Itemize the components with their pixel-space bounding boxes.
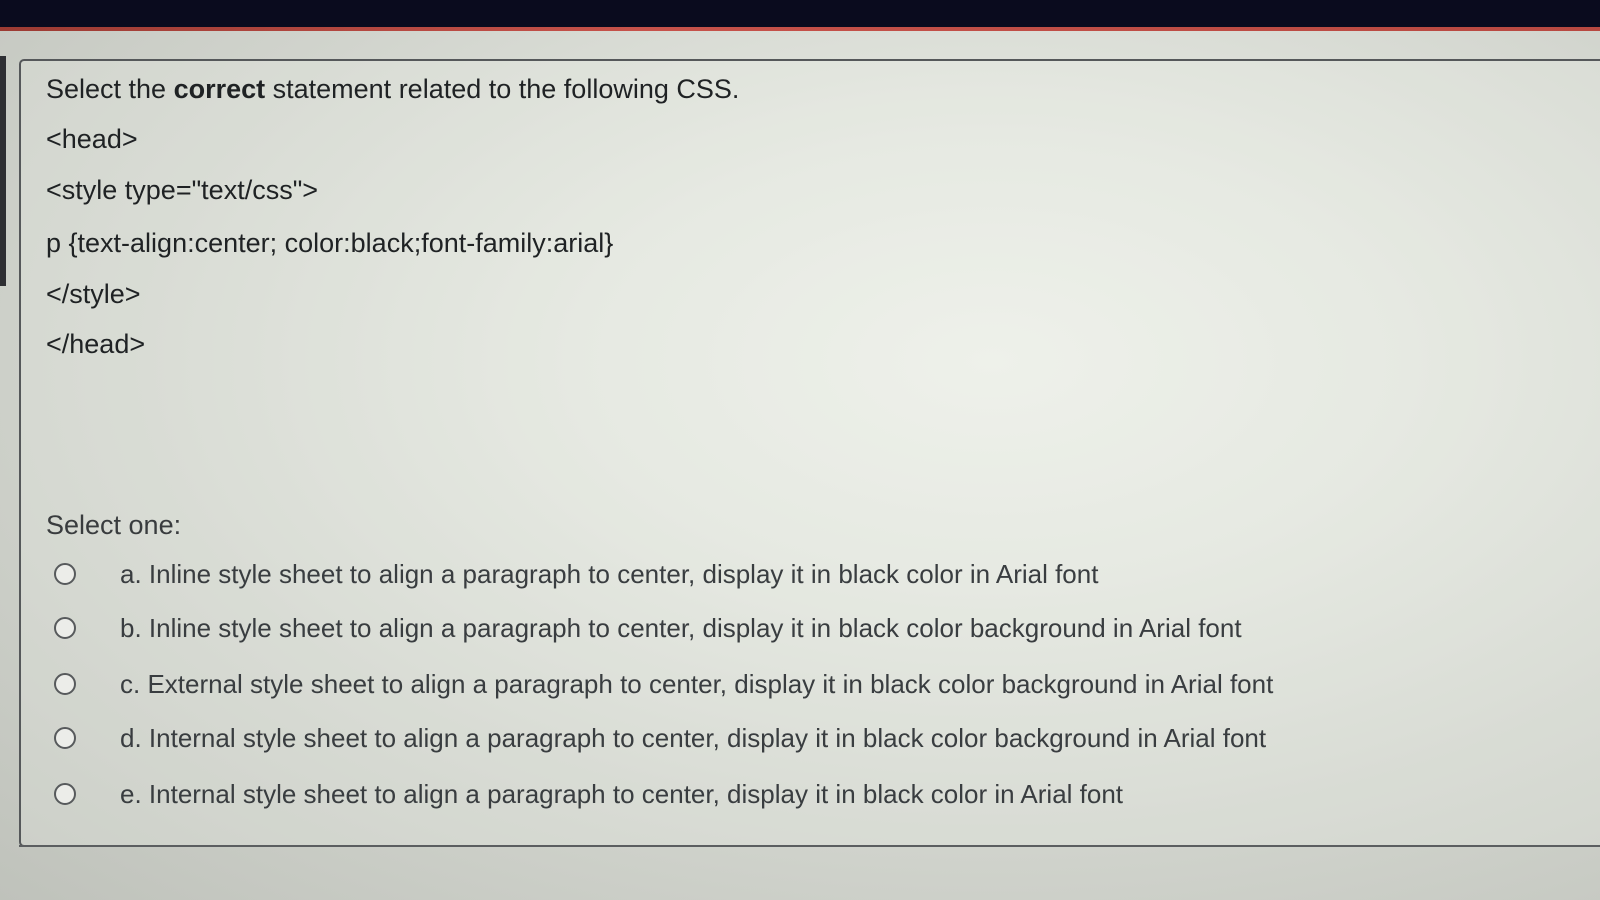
code-line: p {text-align:center; color:black;font-f…: [46, 228, 614, 258]
answer-option-e[interactable]: e. Internal style sheet to align a parag…: [54, 776, 1123, 812]
card-bottom-border: [19, 845, 1600, 847]
answer-option-c[interactable]: c. External style sheet to align a parag…: [54, 666, 1273, 702]
answer-option-label: c. External style sheet to align a parag…: [120, 668, 1274, 699]
radio-button-d[interactable]: [54, 727, 76, 749]
code-line: </head>: [46, 329, 146, 359]
answer-option-label: b. Inline style sheet to align a paragra…: [120, 612, 1242, 643]
answer-option-label: a. Inline style sheet to align a paragra…: [120, 558, 1099, 589]
radio-button-c[interactable]: [54, 673, 76, 695]
prompt-text-after: statement related to the following CSS.: [265, 74, 740, 104]
code-line: <head>: [46, 124, 138, 154]
code-line: <style type="text/css">: [46, 175, 319, 205]
select-one-label: Select one:: [46, 510, 182, 540]
radio-button-b[interactable]: [54, 617, 76, 639]
question-prompt: Select the correct statement related to …: [46, 74, 739, 105]
radio-button-e[interactable]: [54, 783, 76, 805]
answer-option-label: e. Internal style sheet to align a parag…: [120, 778, 1124, 809]
answer-option-label: d. Internal style sheet to align a parag…: [120, 722, 1267, 753]
answer-option-d[interactable]: d. Internal style sheet to align a parag…: [54, 720, 1266, 756]
code-line: </style>: [46, 279, 141, 309]
top-bar: [0, 0, 1600, 28]
answer-option-b[interactable]: b. Inline style sheet to align a paragra…: [54, 610, 1242, 646]
prompt-text-before: Select the: [46, 74, 174, 104]
radio-button-a[interactable]: [54, 563, 76, 585]
left-edge-bar: [0, 56, 6, 286]
prompt-bold-text: correct: [173, 74, 266, 104]
answer-option-a[interactable]: a. Inline style sheet to align a paragra…: [54, 556, 1098, 592]
